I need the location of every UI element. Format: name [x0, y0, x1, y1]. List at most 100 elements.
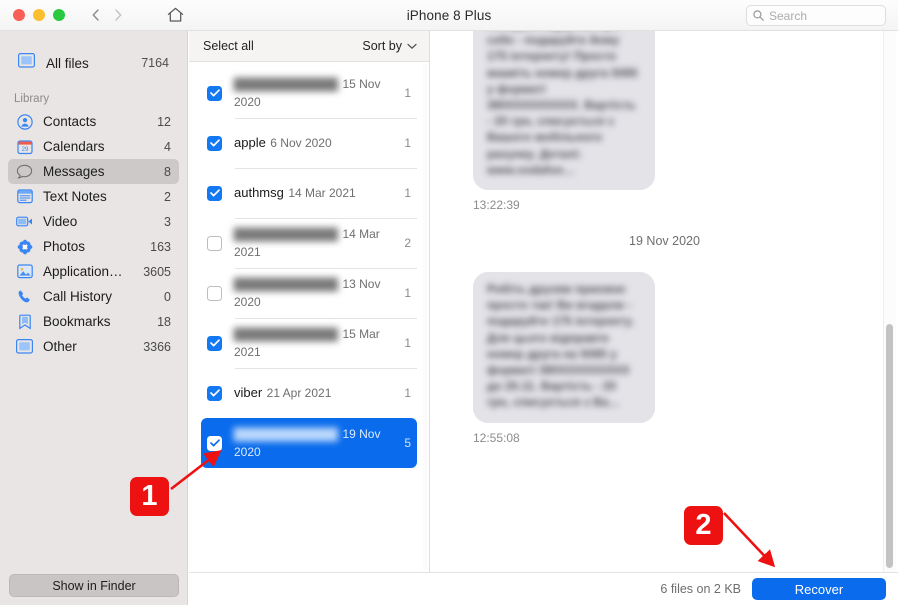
sidebar-item-label: Other: [43, 339, 77, 354]
message-group: Нагадайте другові про себе - подаруйте й…: [431, 31, 898, 191]
row-checkbox[interactable]: [207, 285, 222, 301]
message-list: ▇▇▇▇▇▇▇▇▇▇ 15 Nov 2020 1 apple 6 Nov 202…: [189, 62, 429, 571]
message-group: Робіть друзям приємне просто так! Ви вга…: [431, 272, 898, 423]
sidebar-item-count: 2: [164, 189, 171, 204]
list-item[interactable]: ▇▇▇▇▇▇▇▇▇▇ 15 Mar 2021 1: [201, 318, 417, 368]
row-count: 1: [404, 286, 411, 300]
sidebar-item-count: 3: [164, 214, 171, 229]
row-count: 1: [404, 186, 411, 200]
window-controls: [13, 9, 65, 21]
conversation-scrollbar-thumb[interactable]: [886, 324, 893, 568]
row-checkbox[interactable]: [207, 85, 222, 101]
sidebar-item-label: Text Notes: [43, 189, 107, 204]
list-item[interactable]: apple 6 Nov 2020 1: [201, 118, 417, 168]
select-all-button[interactable]: Select all: [203, 39, 254, 53]
row-checkbox[interactable]: [207, 185, 222, 201]
row-name: ▇▇▇▇▇▇▇▇▇▇: [234, 326, 338, 341]
sort-by-label: Sort by: [362, 39, 402, 53]
sidebar-item-bookmarks[interactable]: Bookmarks 18: [8, 309, 179, 334]
sidebar-item-label: Contacts: [43, 114, 97, 129]
sidebar-item-count: 18: [157, 314, 171, 329]
sidebar-item-photos[interactable]: Photos 163: [8, 234, 179, 259]
row-count: 1: [404, 336, 411, 350]
search-input[interactable]: Search: [746, 5, 886, 26]
sidebar-item-count: 8: [164, 164, 171, 179]
sidebar-item-all-files[interactable]: All files 7164: [10, 49, 177, 77]
list-item[interactable]: ▇▇▇▇▇▇▇▇▇▇ 14 Mar 2021 2: [201, 218, 417, 268]
row-checkbox[interactable]: [207, 235, 222, 251]
list-item[interactable]: authmsg 14 Mar 2021 1: [201, 168, 417, 218]
photos-icon: [16, 238, 33, 255]
list-item-selected[interactable]: ▇▇▇▇▇▇▇▇▇▇ 19 Nov 2020 5: [201, 418, 417, 468]
zoom-window-button[interactable]: [53, 9, 65, 21]
row-date: 6 Nov 2020: [270, 136, 332, 150]
row-name: apple: [234, 135, 266, 150]
bookmark-icon: [16, 313, 33, 330]
messages-icon: [16, 163, 33, 180]
row-name: ▇▇▇▇▇▇▇▇▇▇: [234, 76, 338, 91]
row-name: authmsg: [234, 185, 284, 200]
close-window-button[interactable]: [13, 9, 25, 21]
calendar-icon: 29: [16, 138, 33, 155]
contacts-icon: [16, 113, 33, 130]
message-bubble: Нагадайте другові про себе - подаруйте й…: [473, 31, 655, 191]
message-time: 13:22:39: [473, 198, 520, 213]
message-list-panel: Select all Sort by ▇▇▇▇▇▇▇▇▇▇ 15 Nov 202…: [189, 31, 430, 572]
row-name: ▇▇▇▇▇▇▇▇▇▇: [234, 276, 338, 291]
chevron-down-icon: [407, 43, 417, 49]
row-checkbox[interactable]: [207, 135, 222, 151]
list-item[interactable]: ▇▇▇▇▇▇▇▇▇▇ 15 Nov 2020 1: [201, 68, 417, 118]
sidebar-item-label: Photos: [43, 239, 86, 254]
footer-bar: 6 files on 2 KB Recover: [189, 572, 898, 605]
search-icon: [753, 10, 764, 21]
sidebar-section-library: Library: [14, 93, 50, 105]
show-in-finder-button[interactable]: Show in Finder: [9, 574, 179, 597]
sort-by-dropdown[interactable]: Sort by: [362, 39, 417, 53]
row-count: 2: [404, 236, 411, 250]
row-count: 1: [404, 136, 411, 150]
sidebar-item-calendars[interactable]: 29 Calendars 4: [8, 134, 179, 159]
minimize-window-button[interactable]: [33, 9, 45, 21]
sidebar-item-count: 12: [157, 114, 171, 129]
sidebar-item-video[interactable]: Video 3: [8, 209, 179, 234]
sidebar-item-text-notes[interactable]: Text Notes 2: [8, 184, 179, 209]
list-item[interactable]: viber 21 Apr 2021 1: [201, 368, 417, 418]
forward-icon[interactable]: [109, 6, 127, 24]
row-checkbox[interactable]: [207, 385, 222, 401]
sidebar-item-applications[interactable]: Application… 3605: [8, 259, 179, 284]
sidebar: All files 7164 Library Contacts 12 29 Ca…: [0, 31, 188, 605]
all-files-label: All files: [46, 55, 89, 71]
sidebar-item-messages[interactable]: Messages 8: [8, 159, 179, 184]
row-checkbox[interactable]: [207, 335, 222, 351]
message-time: 12:55:08: [473, 430, 520, 445]
row-date: 14 Mar 2021: [288, 186, 356, 200]
sidebar-item-other[interactable]: Other 3366: [8, 334, 179, 359]
search-placeholder: Search: [769, 8, 808, 23]
sidebar-item-label: Calendars: [43, 139, 105, 154]
date-separator: 19 Nov 2020: [629, 234, 700, 249]
title-bar: iPhone 8 Plus Search: [0, 0, 898, 31]
sidebar-item-label: Bookmarks: [43, 314, 111, 329]
row-checkbox[interactable]: [207, 435, 222, 451]
sidebar-item-contacts[interactable]: Contacts 12: [8, 109, 179, 134]
app-window: iPhone 8 Plus Search All files 7164 Libr…: [0, 0, 898, 605]
row-name: ▇▇▇▇▇▇▇▇▇▇: [234, 226, 338, 241]
sidebar-item-label: Messages: [43, 164, 105, 179]
annotation-badge-one: 1: [130, 477, 169, 516]
row-name: ▇▇▇▇▇▇▇▇▇▇: [234, 426, 338, 441]
sidebar-item-count: 4: [164, 139, 171, 154]
application-icon: [16, 263, 33, 280]
list-scrollbar[interactable]: [423, 65, 427, 570]
sidebar-item-count: 0: [164, 289, 171, 304]
recover-button[interactable]: Recover: [752, 578, 886, 600]
row-name: viber: [234, 385, 263, 400]
row-count: 1: [404, 386, 411, 400]
sidebar-item-call-history[interactable]: Call History 0: [8, 284, 179, 309]
home-icon[interactable]: [164, 4, 186, 26]
navigation-buttons: [87, 6, 127, 24]
selection-summary: 6 files on 2 KB: [660, 582, 741, 596]
back-icon[interactable]: [87, 6, 105, 24]
message-text: Робіть друзям приємне просто так! Ви вга…: [487, 284, 635, 410]
list-item[interactable]: ▇▇▇▇▇▇▇▇▇▇ 13 Nov 2020 1: [201, 268, 417, 318]
message-text: Нагадайте другові про себе - подаруйте й…: [487, 35, 638, 177]
